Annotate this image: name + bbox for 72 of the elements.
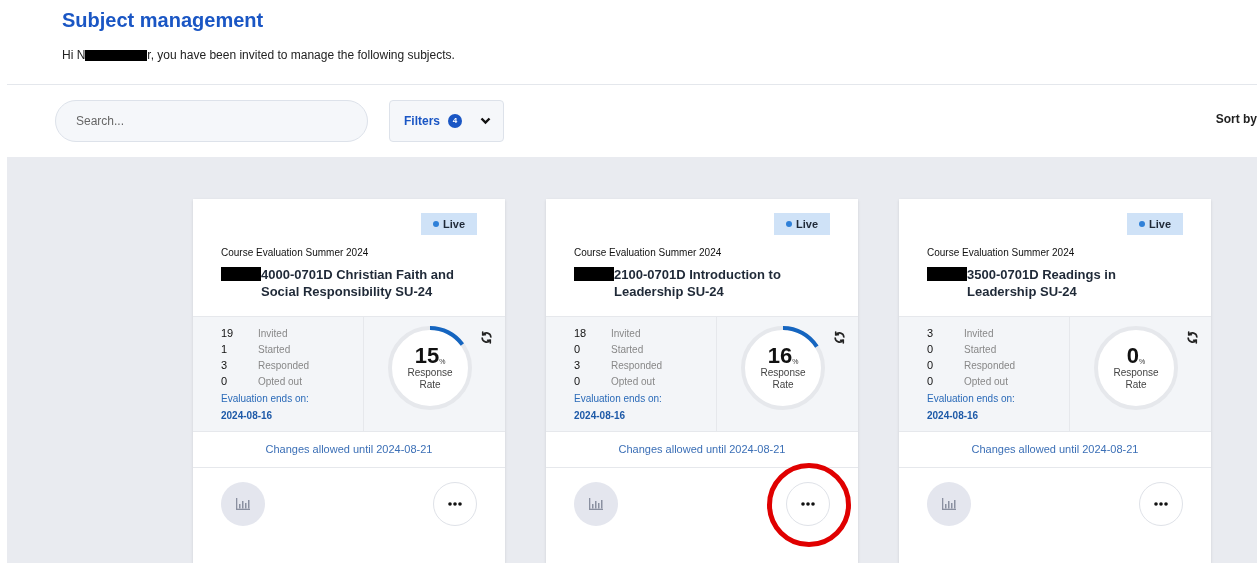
- chevron-down-icon: [480, 117, 491, 125]
- response-rate-value: 15: [414, 345, 440, 367]
- stat-label: Opted out: [611, 374, 655, 389]
- stat-label: Started: [611, 342, 644, 357]
- refresh-icon[interactable]: [480, 331, 493, 344]
- changes-deadline: Changes allowed until 2024-08-21: [265, 442, 433, 458]
- redaction-bar: [85, 49, 148, 61]
- survey-name: Course Evaluation Summer 2024: [574, 246, 723, 260]
- filter-count-badge: 4: [448, 114, 462, 128]
- response-rate-label: Response Rate: [406, 367, 454, 391]
- changes-deadline: Changes allowed until 2024-08-21: [971, 442, 1139, 458]
- stat-value: 0: [927, 357, 935, 373]
- stat-value: 0: [574, 341, 582, 357]
- refresh-icon[interactable]: [1186, 331, 1199, 344]
- evaluation-end-date: 2024-08-16: [574, 409, 627, 423]
- ellipsis-icon: [1154, 501, 1168, 506]
- stat-value: 18: [574, 325, 588, 341]
- ellipsis-icon: [448, 501, 462, 506]
- stat-label: Invited: [611, 326, 641, 341]
- bar-chart-icon: [942, 497, 956, 510]
- subject-title: 4000-0701D Christian Faith and Social Responsibility SU-24: [261, 266, 455, 300]
- stat-label: Responded: [258, 358, 310, 373]
- subject-title: 2100-0701D Introduction to Leadership SU-24: [614, 266, 782, 300]
- stat-value: 0: [221, 373, 229, 389]
- subject-title: 3500-0701D Readings in Leadership SU-24: [967, 266, 1117, 300]
- stat-value: 3: [221, 357, 229, 373]
- evaluation-end-date: 2024-08-16: [221, 409, 274, 423]
- evaluation-end-date: 2024-08-16: [927, 409, 980, 423]
- stat-value: 0: [574, 373, 582, 389]
- greeting-text: Hi N: [62, 47, 86, 64]
- status-badge: Live: [421, 213, 477, 235]
- status-badge: Live: [774, 213, 830, 235]
- bar-chart-icon: [589, 497, 603, 510]
- stat-label: Responded: [611, 358, 663, 373]
- stat-value: 19: [221, 325, 235, 341]
- refresh-icon[interactable]: [833, 331, 846, 344]
- stat-label: Started: [258, 342, 291, 357]
- response-rate-label: Response Rate: [1112, 367, 1160, 391]
- stat-label: Started: [964, 342, 997, 357]
- response-rate-value: 16: [767, 345, 793, 367]
- evaluation-end-label: Evaluation ends on:: [221, 392, 310, 406]
- sort-label[interactable]: Sort by: [1215, 102, 1257, 128]
- changes-deadline: Changes allowed until 2024-08-21: [618, 442, 786, 458]
- search-field[interactable]: Search...: [55, 100, 368, 142]
- stat-label: Invited: [964, 326, 994, 341]
- evaluation-end-label: Evaluation ends on:: [927, 392, 1016, 406]
- response-rate-label: Response Rate: [759, 367, 807, 391]
- stat-value: 0: [927, 373, 935, 389]
- status-badge: Live: [1127, 213, 1183, 235]
- stat-value: 3: [574, 357, 582, 373]
- redaction-bar: [927, 267, 967, 281]
- response-rate-value: 0: [1126, 345, 1139, 367]
- stat-label: Invited: [258, 326, 288, 341]
- report-button[interactable]: [574, 481, 618, 526]
- report-button[interactable]: [221, 481, 265, 526]
- greeting-text: r, you have been invited to manage the following subjects.: [147, 47, 455, 64]
- stat-value: 0: [927, 341, 935, 357]
- evaluation-end-label: Evaluation ends on:: [574, 392, 663, 406]
- survey-name: Course Evaluation Summer 2024: [927, 246, 1076, 260]
- stat-label: Opted out: [258, 374, 302, 389]
- redaction-bar: [574, 267, 614, 281]
- page-title: Subject management: [62, 8, 265, 33]
- stat-label: Opted out: [964, 374, 1008, 389]
- redaction-bar: [221, 267, 261, 281]
- ellipsis-icon: [801, 501, 815, 506]
- stat-label: Responded: [964, 358, 1016, 373]
- survey-name: Course Evaluation Summer 2024: [221, 246, 370, 260]
- stat-value: 1: [221, 341, 229, 357]
- bar-chart-icon: [236, 497, 250, 510]
- filters-button[interactable]: Filters 4: [389, 100, 504, 142]
- report-button[interactable]: [927, 481, 971, 526]
- stat-value: 3: [927, 325, 935, 341]
